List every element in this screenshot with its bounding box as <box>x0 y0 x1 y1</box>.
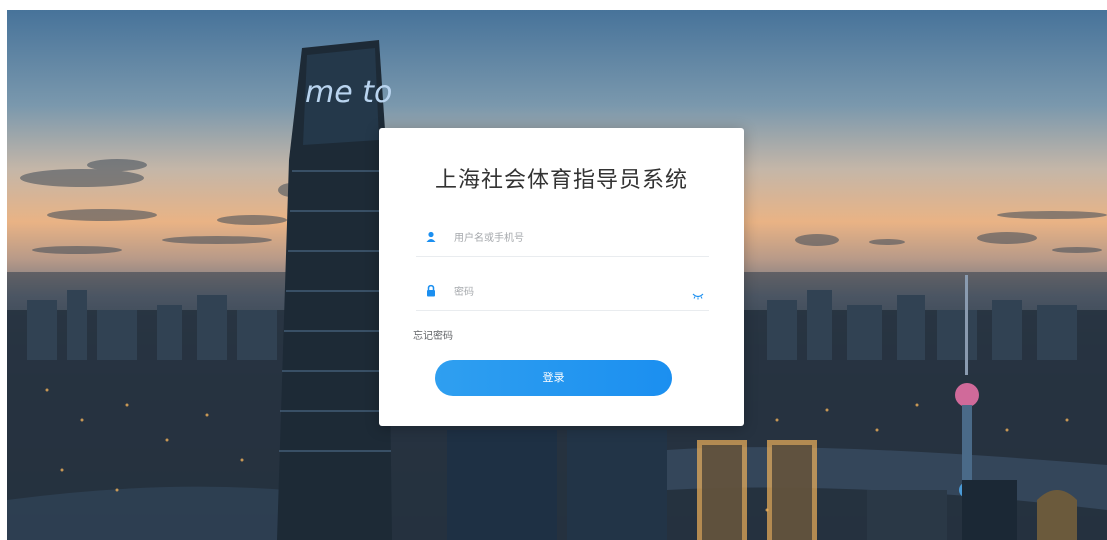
password-field <box>416 274 709 311</box>
login-button[interactable]: 登录 <box>435 360 672 396</box>
forgot-password-link[interactable]: 忘记密码 <box>413 327 453 342</box>
tower-sign-text: me to <box>305 75 392 110</box>
password-input[interactable] <box>452 282 686 302</box>
user-icon <box>424 229 438 243</box>
login-page: me to 上海社会体育指导员系统 用户名或手机号 忘记密码 登录 <box>0 0 1107 540</box>
eye-closed-icon[interactable] <box>691 286 705 300</box>
page-title: 上海社会体育指导员系统 <box>434 168 688 193</box>
lock-icon <box>424 283 438 297</box>
username-input[interactable] <box>452 228 686 248</box>
login-card: 上海社会体育指导员系统 用户名或手机号 忘记密码 登录 <box>379 128 744 426</box>
username-field <box>416 220 709 257</box>
